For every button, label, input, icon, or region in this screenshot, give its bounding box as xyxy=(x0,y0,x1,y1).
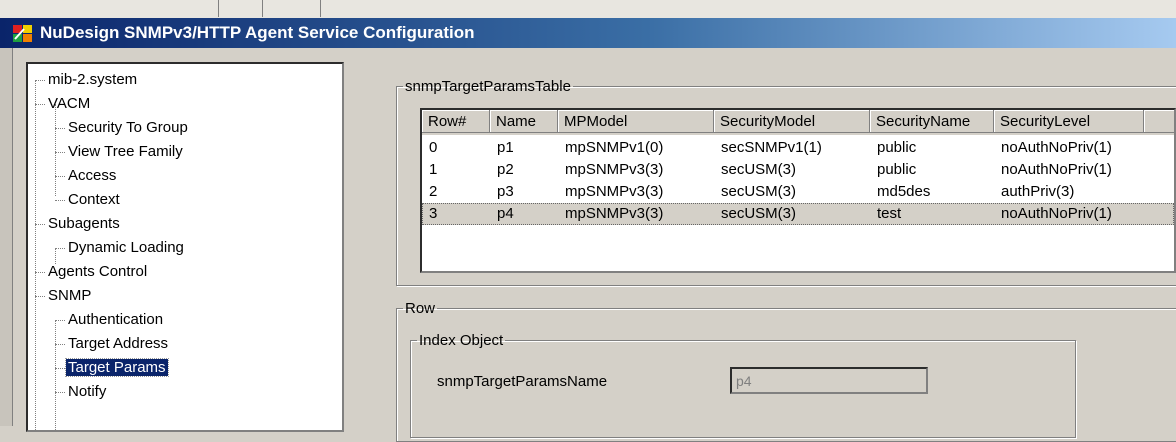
table-row[interactable]: 2 p3 mpSNMPv3(3) secUSM(3) md5des authPriv(3) xyxy=(422,181,1174,203)
params-table[interactable]: Row# Name MPModel SecurityModel SecurityName… xyxy=(420,108,1176,273)
tree-item[interactable]: mib-2.system xyxy=(46,68,139,92)
tree-item-label: VACM xyxy=(48,95,91,112)
table-cell: p2 xyxy=(497,161,514,178)
tree-item[interactable]: Authentication xyxy=(66,308,165,332)
tree-connector xyxy=(55,176,65,177)
tree-item[interactable]: Access xyxy=(66,164,118,188)
tree-item[interactable]: View Tree Family xyxy=(66,140,185,164)
row-group-legend: Row xyxy=(405,300,436,317)
column-header[interactable]: SecurityLevel xyxy=(994,110,1144,133)
table-cell: 0 xyxy=(429,139,438,156)
column-header[interactable]: Row# xyxy=(422,110,490,133)
tree-item-label: Subagents xyxy=(48,215,120,232)
table-cell: mpSNMPv3(3) xyxy=(565,205,664,222)
tree-connector xyxy=(55,104,56,196)
tree-item-label: Context xyxy=(68,191,120,208)
table-cell: 1 xyxy=(429,161,438,178)
tree-item[interactable]: Security To Group xyxy=(66,116,190,140)
tree-connector xyxy=(55,320,56,430)
table-cell: noAuthNoPriv(1) xyxy=(1001,161,1112,178)
table-cell: authPriv(3) xyxy=(1001,183,1075,200)
tree-item-label: View Tree Family xyxy=(68,143,183,160)
tree-connector xyxy=(55,128,65,129)
table-cell: test xyxy=(877,205,902,222)
table-cell: secUSM(3) xyxy=(721,161,797,178)
left-frame-edge xyxy=(0,48,13,426)
app-icon xyxy=(13,25,32,42)
table-cell: 2 xyxy=(429,183,438,200)
tree-item-label: Authentication xyxy=(68,311,164,328)
tree-item[interactable]: Subagents xyxy=(46,212,122,236)
table-row[interactable]: 1 p2 mpSNMPv3(3) secUSM(3) public noAuthNoPri… xyxy=(422,159,1174,181)
column-header[interactable]: MPModel xyxy=(558,110,714,133)
tree-item-label: mib-2.system xyxy=(48,71,138,88)
table-group-legend: snmpTargetParamsTable xyxy=(405,78,571,95)
tree-item-label: Notify xyxy=(68,383,107,400)
table-header: Row# Name MPModel SecurityModel SecurityName… xyxy=(422,110,1174,135)
table-cell: public xyxy=(877,139,917,156)
background-window-segment xyxy=(218,0,263,17)
tree-item-label: Dynamic Loading xyxy=(68,239,184,256)
tree-connector xyxy=(55,320,65,321)
tree-item[interactable]: Agents Control xyxy=(46,260,149,284)
tree-item-label: Agents Control xyxy=(48,263,148,280)
background-window-strip xyxy=(0,0,1176,19)
tree-connector xyxy=(55,152,65,153)
tree-connector xyxy=(35,224,45,225)
tree-connector xyxy=(55,344,65,345)
table-cell: secSNMPv1(1) xyxy=(721,139,822,156)
tree-item[interactable]: Context xyxy=(66,188,122,212)
table-cell: secUSM(3) xyxy=(721,183,797,200)
column-header-filler xyxy=(1144,110,1174,133)
table-cell: 3 xyxy=(429,205,438,222)
table-cell: p3 xyxy=(497,183,514,200)
target-params-name-input[interactable] xyxy=(730,367,928,394)
table-row[interactable]: 3 p4 mpSNMPv3(3) secUSM(3) test noAuthNoPriv(… xyxy=(422,203,1174,225)
window-title: NuDesign SNMPv3/HTTP Agent Service Confi… xyxy=(40,23,475,42)
index-object-legend: Index Object xyxy=(419,332,504,349)
tree-item[interactable]: Notify xyxy=(66,380,108,404)
table-cell: mpSNMPv3(3) xyxy=(565,161,664,178)
background-window-segment xyxy=(262,0,321,17)
title-bar[interactable]: NuDesign SNMPv3/HTTP Agent Service Confi… xyxy=(0,18,1176,48)
tree-connector xyxy=(35,80,45,81)
table-cell: mpSNMPv3(3) xyxy=(565,183,664,200)
tree-item-label: Security To Group xyxy=(68,119,188,136)
column-header[interactable]: Name xyxy=(490,110,558,133)
tree-connector xyxy=(55,200,65,201)
tree-connector xyxy=(55,368,65,369)
tree-connector xyxy=(35,296,45,297)
tree-item-label: Target Params xyxy=(65,358,169,377)
tree-item[interactable]: Dynamic Loading xyxy=(66,236,186,260)
tree-item-label: Access xyxy=(68,167,117,184)
tree-connector xyxy=(35,272,45,273)
tree-item[interactable]: VACM xyxy=(46,92,92,116)
table-cell: noAuthNoPriv(1) xyxy=(1001,205,1112,222)
tree-item[interactable]: Target Address xyxy=(66,332,170,356)
tree-connector xyxy=(55,392,65,393)
table-cell: mpSNMPv1(0) xyxy=(565,139,664,156)
table-row[interactable]: 0 p1 mpSNMPv1(0) secSNMPv1(1) public noAuthNo… xyxy=(422,137,1174,159)
tree-connector xyxy=(35,104,45,105)
tree-connector xyxy=(35,80,36,430)
table-cell: md5des xyxy=(877,183,931,200)
target-params-name-label: snmpTargetParamsName xyxy=(437,373,608,390)
config-tree[interactable]: mib-2.system VACM Security To Group View Tr… xyxy=(26,62,344,432)
tree-item[interactable]: SNMP xyxy=(46,284,93,308)
table-cell: secUSM(3) xyxy=(721,205,797,222)
table-cell: public xyxy=(877,161,917,178)
tree-item-label: Target Address xyxy=(68,335,169,352)
column-header[interactable]: SecurityModel xyxy=(714,110,870,133)
table-cell: p1 xyxy=(497,139,514,156)
table-cell: noAuthNoPriv(1) xyxy=(1001,139,1112,156)
tree-item-label: SNMP xyxy=(48,287,92,304)
table-cell: p4 xyxy=(497,205,514,222)
background-window-segment xyxy=(0,0,219,17)
tree-connector xyxy=(55,248,65,249)
column-header[interactable]: SecurityName xyxy=(870,110,994,133)
tree-item[interactable]: Target Params xyxy=(65,356,169,380)
